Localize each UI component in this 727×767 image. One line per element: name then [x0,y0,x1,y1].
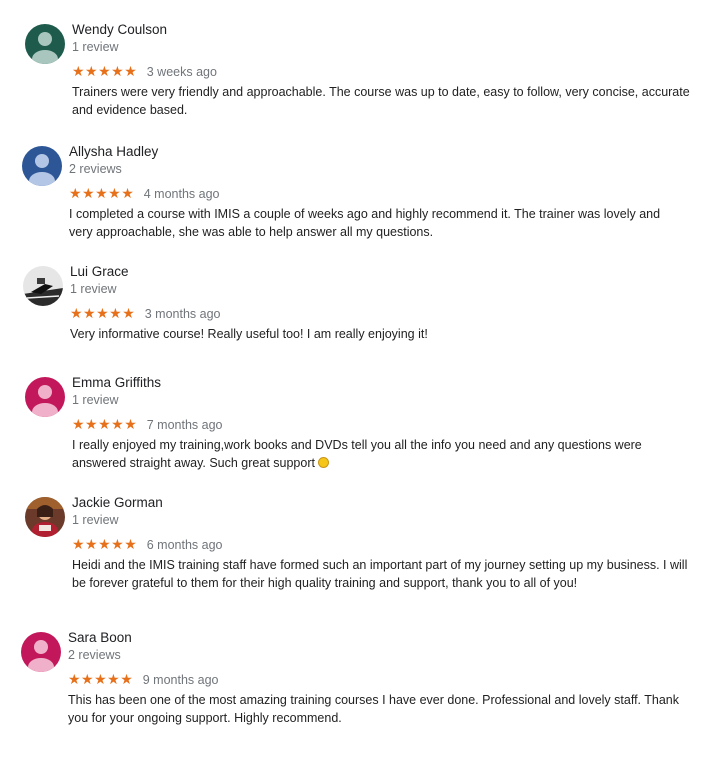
person-icon [25,377,65,417]
avatar[interactable] [25,497,65,537]
rating-row: ★★★★★ 9 months ago [68,671,219,688]
review-time: 3 months ago [144,307,221,321]
review-count[interactable]: 1 review [72,513,119,527]
rating-row: ★★★★★ 4 months ago [69,185,220,202]
reviewer-name[interactable]: Sara Boon [68,630,132,645]
review-time: 3 weeks ago [146,65,217,79]
review-count[interactable]: 2 reviews [69,162,122,176]
rating-row: ★★★★★ 3 months ago [70,305,221,322]
person-icon [22,146,62,186]
laughing-emoji-icon [317,457,329,468]
review-text-body: I really enjoyed my training,work books … [72,438,642,470]
review-text: I really enjoyed my training,work books … [72,436,690,472]
reviewer-name[interactable]: Jackie Gorman [72,495,163,510]
star-rating: ★★★★★ [69,185,135,201]
rating-row: ★★★★★ 7 months ago [72,416,223,433]
review-time: 9 months ago [142,673,219,687]
avatar[interactable] [25,377,65,417]
review-count[interactable]: 1 review [70,282,117,296]
star-rating: ★★★★★ [72,536,138,552]
star-rating: ★★★★★ [72,416,138,432]
star-rating: ★★★★★ [72,63,138,79]
star-rating: ★★★★★ [68,671,134,687]
review-count[interactable]: 1 review [72,40,119,54]
reviewer-name[interactable]: Wendy Coulson [72,22,167,37]
rating-row: ★★★★★ 6 months ago [72,536,223,553]
review-text: This has been one of the most amazing tr… [68,693,680,725]
avatar[interactable] [22,146,62,186]
review-text: I completed a course with IMIS a couple … [69,207,661,239]
reviewer-name[interactable]: Lui Grace [70,264,129,279]
review-time: 7 months ago [146,418,223,432]
avatar[interactable] [25,24,65,64]
avatar[interactable] [21,632,61,672]
person-icon [25,24,65,64]
review-count[interactable]: 1 review [72,393,119,407]
review-time: 4 months ago [143,187,220,201]
review-text: Heidi and the IMIS training staff have f… [72,558,688,590]
review-count[interactable]: 2 reviews [68,648,121,662]
reviewer-name[interactable]: Allysha Hadley [69,144,158,159]
rating-row: ★★★★★ 3 weeks ago [72,63,217,80]
review-text: Very informative course! Really useful t… [70,327,428,341]
star-rating: ★★★★★ [70,305,136,321]
review-time: 6 months ago [146,538,223,552]
reviewer-name[interactable]: Emma Griffiths [72,375,161,390]
profile-photo [23,266,63,306]
person-icon [21,632,61,672]
profile-photo [25,497,65,537]
review-text: Trainers were very friendly and approach… [72,85,690,117]
avatar[interactable] [23,266,63,306]
